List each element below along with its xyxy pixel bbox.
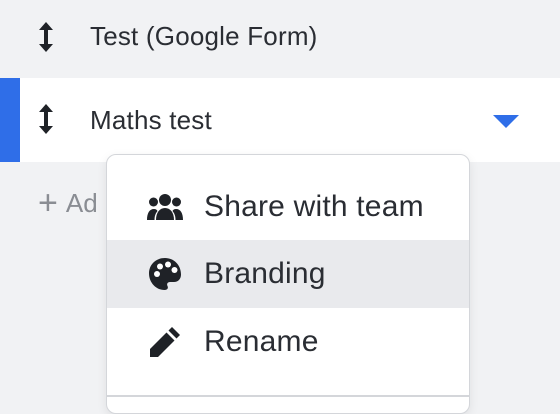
plus-icon: +: [38, 184, 58, 222]
list-item-selected[interactable]: Maths test: [0, 78, 560, 162]
menu-item-label: Branding: [204, 257, 326, 290]
palette-icon: [147, 256, 183, 292]
add-item-button[interactable]: + Ad: [38, 186, 98, 220]
team-icon: [147, 189, 183, 225]
add-item-label: Ad: [65, 187, 98, 218]
menu-item-branding[interactable]: Branding: [107, 240, 469, 308]
context-menu: Share with team Branding Rename: [106, 154, 470, 414]
chevron-down-icon[interactable]: [493, 115, 519, 128]
menu-item-share-with-team[interactable]: Share with team: [107, 173, 469, 241]
drag-handle-icon[interactable]: [34, 20, 58, 54]
menu-item-rename[interactable]: Rename: [107, 308, 469, 376]
list-item-label: Maths test: [90, 105, 212, 135]
pencil-icon: [147, 324, 183, 360]
drag-handle-icon[interactable]: [34, 102, 58, 136]
selection-indicator: [0, 78, 20, 162]
list-item-label: Test (Google Form): [90, 21, 318, 51]
menu-item-label: Share with team: [204, 190, 424, 223]
list-item[interactable]: Test (Google Form): [0, 0, 560, 76]
menu-divider: [107, 395, 469, 397]
menu-item-label: Rename: [204, 325, 319, 358]
